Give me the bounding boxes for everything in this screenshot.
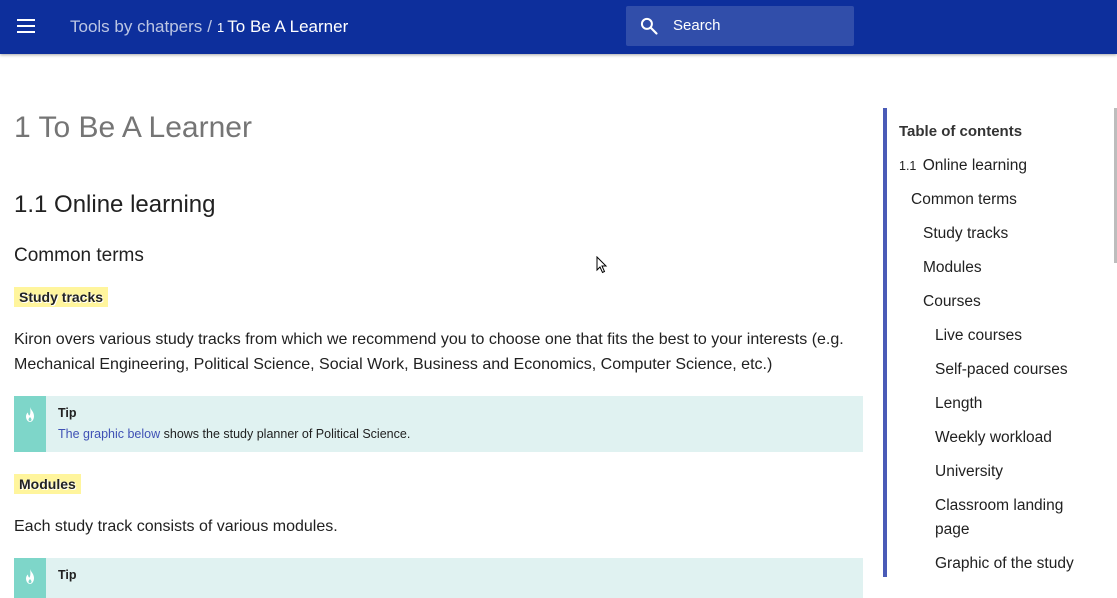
page-number: 1 [217,20,225,35]
toc-item-study-tracks[interactable]: Study tracks [923,222,1008,246]
mouse-cursor-icon [596,256,608,274]
toc-item-classroom-landing-page[interactable]: Classroom landing page [935,494,1095,542]
toc-item-self-paced-courses[interactable]: Self-paced courses [935,358,1068,382]
tip-text: shows the study planner of Political Sci… [160,427,411,441]
subsection-heading: Common terms [14,245,144,266]
toc-item-online-learning[interactable]: 1.1 Online learning [899,154,1027,178]
term-modules: Modules [14,474,81,494]
flame-icon [26,407,34,422]
tip-title: Tip [58,406,77,420]
breadcrumb: Tools by chatpers / 1 To Be A Learner [70,16,348,39]
toc-item-university[interactable]: University [935,460,1003,484]
toc-item-courses[interactable]: Courses [923,290,981,314]
toc-item-weekly-workload[interactable]: Weekly workload [935,426,1052,450]
top-app-bar: Tools by chatpers / 1 To Be A Learner Searc… [0,0,1117,54]
toc-item-length[interactable]: Length [935,392,982,416]
search-icon [640,17,658,35]
search-input[interactable]: Search [626,6,854,46]
toc-item-modules[interactable]: Modules [923,256,982,280]
search-placeholder: Search [673,17,721,34]
graphic-below-link[interactable]: The graphic below [58,427,160,441]
page-title: To Be A Learner [227,17,349,36]
toc-title: Table of contents [899,123,1023,140]
section-heading: 1.1 Online learning [14,191,216,218]
site-title[interactable]: Tools by chatpers [70,17,202,36]
page-heading: 1 To Be A Learner [14,111,252,144]
tip-box: Tip The graphic below shows the study pl… [14,396,863,452]
tip-title: Tip [58,568,77,582]
term-study-tracks: Study tracks [14,287,109,307]
flame-icon [26,569,34,584]
modules-paragraph: Each study track consists of various mod… [14,518,338,535]
toc-item-live-courses[interactable]: Live courses [935,324,1022,348]
menu-icon[interactable] [14,15,38,39]
tip-box: Tip [14,558,863,598]
toc-item-graphic-of-the-study[interactable]: Graphic of the study [935,552,1074,576]
study-tracks-paragraph: Kiron overs various study tracks from wh… [14,331,844,373]
table-of-contents: Table of contents 1.1 Online learning Co… [883,108,1117,577]
breadcrumb-separator: / [207,17,213,36]
toc-item-common-terms[interactable]: Common terms [911,188,1017,212]
